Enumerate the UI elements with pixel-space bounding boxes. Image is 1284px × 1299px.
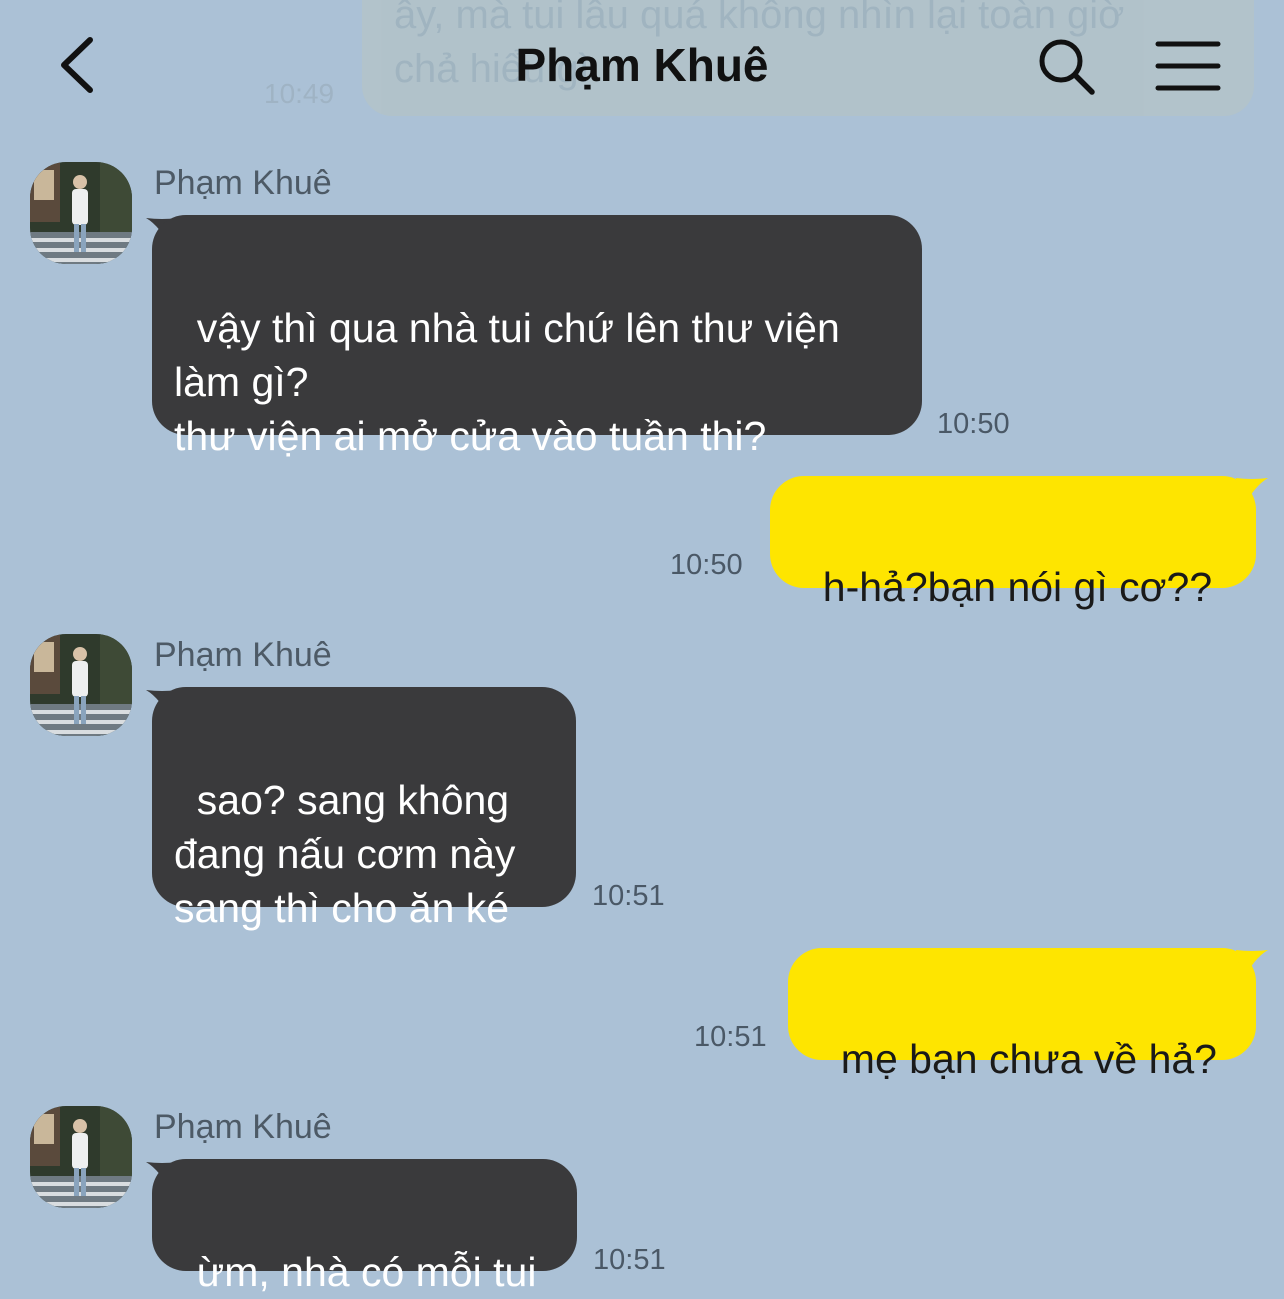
- incoming-message-bubble[interactable]: sao? sang không đang nấu cơm này sang th…: [152, 687, 576, 931]
- hamburger-menu-icon: [1155, 41, 1221, 91]
- sender-name: Phạm Khuê: [154, 1108, 332, 1146]
- outgoing-message-bubble[interactable]: mẹ bạn chưa về hả?: [788, 948, 1256, 1082]
- avatar-photo: [30, 162, 132, 264]
- avatar-photo: [30, 1106, 132, 1208]
- message-text: mẹ bạn chưa về hả?: [840, 1036, 1217, 1082]
- message-text: ừm, nhà có mỗi tui: [196, 1249, 537, 1295]
- message-text: sao? sang không đang nấu cơm này sang th…: [174, 777, 516, 931]
- bubble-tail: [1236, 478, 1268, 510]
- message-text: vậy thì qua nhà tui chứ lên thư viện làm…: [174, 305, 840, 459]
- message-time: 10:50: [937, 408, 1010, 440]
- outgoing-message-bubble[interactable]: h-hả?bạn nói gì cơ??: [770, 476, 1256, 610]
- sender-avatar[interactable]: [30, 634, 132, 736]
- sender-avatar[interactable]: [30, 162, 132, 264]
- search-button[interactable]: [1034, 34, 1098, 98]
- avatar-photo: [30, 634, 132, 736]
- chat-header: Phạm Khuê: [0, 0, 1284, 130]
- message-time: 10:50: [670, 549, 743, 581]
- menu-button[interactable]: [1154, 38, 1222, 94]
- incoming-message-bubble[interactable]: vậy thì qua nhà tui chứ lên thư viện làm…: [152, 215, 922, 459]
- bubble-tail: [1236, 950, 1268, 982]
- message-text: h-hả?bạn nói gì cơ??: [822, 564, 1213, 610]
- search-icon: [1039, 39, 1095, 95]
- sender-name: Phạm Khuê: [154, 636, 332, 674]
- sender-avatar[interactable]: [30, 1106, 132, 1208]
- message-time: 10:51: [694, 1021, 767, 1053]
- message-time: 10:51: [592, 880, 665, 912]
- message-time: 10:51: [593, 1244, 666, 1276]
- incoming-message-bubble[interactable]: ừm, nhà có mỗi tui: [152, 1159, 577, 1295]
- sender-name: Phạm Khuê: [154, 164, 332, 202]
